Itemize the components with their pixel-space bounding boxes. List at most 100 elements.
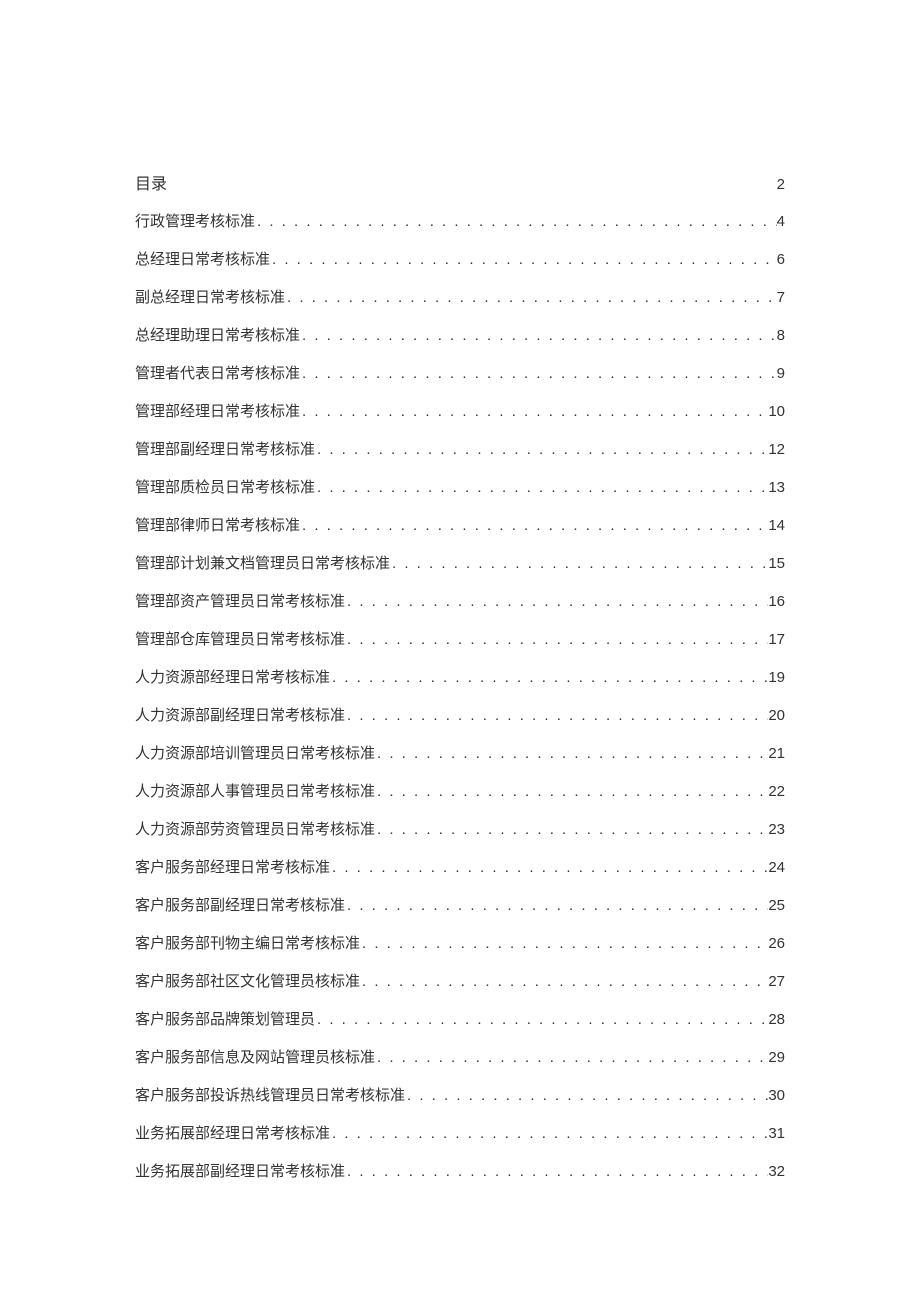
toc-entry-page: 8 xyxy=(777,328,785,343)
toc-entry-title: 客户服务部副经理日常考核标准 xyxy=(135,899,345,914)
toc-entry-title: 人力资源部经理日常考核标准 xyxy=(135,671,330,686)
toc-entry-title: 人力资源部培训管理员日常考核标准 xyxy=(135,747,375,762)
toc-entry-leader-dots: . . . . . . . . . . . . . . . . . . . . … xyxy=(330,860,768,875)
toc-entry: 管理部仓库管理员日常考核标准. . . . . . . . . . . . . … xyxy=(135,632,785,648)
toc-entry: 管理部质检员日常考核标准. . . . . . . . . . . . . . … xyxy=(135,480,785,496)
toc-entry: 客户服务部社区文化管理员核标准. . . . . . . . . . . . .… xyxy=(135,974,785,990)
toc-entry-leader-dots: . . . . . . . . . . . . . . . . . . . . … xyxy=(330,1126,768,1141)
toc-entry-page: 28 xyxy=(768,1012,785,1027)
toc-list: 行政管理考核标准. . . . . . . . . . . . . . . . … xyxy=(135,214,785,1180)
toc-entry-title: 人力资源部人事管理员日常考核标准 xyxy=(135,785,375,800)
toc-entry-title: 客户服务部投诉热线管理员日常考核标准 xyxy=(135,1089,405,1104)
toc-entry-leader-dots: . . . . . . . . . . . . . . . . . . . . … xyxy=(375,746,768,761)
toc-entry-page: 20 xyxy=(768,708,785,723)
toc-entry-leader-dots: . . . . . . . . . . . . . . . . . . . . … xyxy=(315,480,768,495)
toc-entry-leader-dots: . . . . . . . . . . . . . . . . . . . . … xyxy=(360,936,768,951)
toc-entry-leader-dots: . . . . . . . . . . . . . . . . . . . . … xyxy=(300,328,777,343)
toc-entry-page: 4 xyxy=(777,214,785,229)
toc-entry: 客户服务部刊物主编日常考核标准. . . . . . . . . . . . .… xyxy=(135,936,785,952)
toc-entry-title: 管理部律师日常考核标准 xyxy=(135,519,300,534)
toc-entry-leader-dots: . . . . . . . . . . . . . . . . . . . . … xyxy=(330,670,768,685)
toc-entry-leader-dots: . . . . . . . . . . . . . . . . . . . . … xyxy=(375,1050,768,1065)
toc-entry-page: 23 xyxy=(768,822,785,837)
toc-entry-title: 客户服务部社区文化管理员核标准 xyxy=(135,975,360,990)
toc-entry-title: 管理部副经理日常考核标准 xyxy=(135,443,315,458)
toc-entry-page: 7 xyxy=(777,290,785,305)
toc-entry: 人力资源部人事管理员日常考核标准. . . . . . . . . . . . … xyxy=(135,784,785,800)
toc-entry-title: 管理部资产管理员日常考核标准 xyxy=(135,595,345,610)
toc-entry: 管理部经理日常考核标准. . . . . . . . . . . . . . .… xyxy=(135,404,785,420)
toc-header-page: 2 xyxy=(777,176,785,193)
toc-entry-page: 24 xyxy=(768,860,785,875)
toc-entry: 人力资源部培训管理员日常考核标准. . . . . . . . . . . . … xyxy=(135,746,785,762)
toc-entry: 客户服务部品牌策划管理员. . . . . . . . . . . . . . … xyxy=(135,1012,785,1028)
toc-entry-leader-dots: . . . . . . . . . . . . . . . . . . . . … xyxy=(255,214,777,229)
toc-entry: 管理部律师日常考核标准. . . . . . . . . . . . . . .… xyxy=(135,518,785,534)
toc-entry: 管理部资产管理员日常考核标准. . . . . . . . . . . . . … xyxy=(135,594,785,610)
toc-entry-leader-dots: . . . . . . . . . . . . . . . . . . . . … xyxy=(285,290,777,305)
toc-entry-title: 管理部质检员日常考核标准 xyxy=(135,481,315,496)
toc-entry-title: 管理者代表日常考核标准 xyxy=(135,367,300,382)
toc-entry-page: 29 xyxy=(768,1050,785,1065)
toc-entry-page: 16 xyxy=(768,594,785,609)
toc-entry-leader-dots: . . . . . . . . . . . . . . . . . . . . … xyxy=(360,974,768,989)
toc-entry-page: 30 xyxy=(768,1088,785,1103)
toc-entry-page: 10 xyxy=(768,404,785,419)
toc-entry: 管理部副经理日常考核标准. . . . . . . . . . . . . . … xyxy=(135,442,785,458)
toc-entry-leader-dots: . . . . . . . . . . . . . . . . . . . . … xyxy=(300,366,777,381)
toc-entry-title: 管理部计划兼文档管理员日常考核标准 xyxy=(135,557,390,572)
toc-entry: 总经理日常考核标准. . . . . . . . . . . . . . . .… xyxy=(135,252,785,268)
toc-entry-title: 业务拓展部副经理日常考核标准 xyxy=(135,1165,345,1180)
toc-entry-page: 32 xyxy=(768,1164,785,1179)
toc-entry-title: 人力资源部副经理日常考核标准 xyxy=(135,709,345,724)
toc-entry-title: 客户服务部刊物主编日常考核标准 xyxy=(135,937,360,952)
toc-entry: 业务拓展部经理日常考核标准. . . . . . . . . . . . . .… xyxy=(135,1126,785,1142)
toc-entry: 总经理助理日常考核标准. . . . . . . . . . . . . . .… xyxy=(135,328,785,344)
toc-entry-leader-dots: . . . . . . . . . . . . . . . . . . . . … xyxy=(345,594,768,609)
toc-entry-leader-dots: . . . . . . . . . . . . . . . . . . . . … xyxy=(375,822,768,837)
toc-entry-title: 业务拓展部经理日常考核标准 xyxy=(135,1127,330,1142)
toc-entry: 客户服务部信息及网站管理员核标准. . . . . . . . . . . . … xyxy=(135,1050,785,1066)
toc-entry-page: 9 xyxy=(777,366,785,381)
toc-entry-leader-dots: . . . . . . . . . . . . . . . . . . . . … xyxy=(270,252,777,267)
toc-entry-page: 19 xyxy=(768,670,785,685)
toc-entry: 管理者代表日常考核标准. . . . . . . . . . . . . . .… xyxy=(135,366,785,382)
toc-entry-title: 管理部仓库管理员日常考核标准 xyxy=(135,633,345,648)
toc-entry-leader-dots: . . . . . . . . . . . . . . . . . . . . … xyxy=(405,1088,768,1103)
toc-entry-leader-dots: . . . . . . . . . . . . . . . . . . . . … xyxy=(300,404,768,419)
toc-entry-page: 25 xyxy=(768,898,785,913)
toc-entry: 人力资源部劳资管理员日常考核标准. . . . . . . . . . . . … xyxy=(135,822,785,838)
toc-entry: 客户服务部投诉热线管理员日常考核标准. . . . . . . . . . . … xyxy=(135,1088,785,1104)
toc-entry: 客户服务部副经理日常考核标准. . . . . . . . . . . . . … xyxy=(135,898,785,914)
toc-entry-title: 客户服务部品牌策划管理员 xyxy=(135,1013,315,1028)
toc-entry-page: 21 xyxy=(768,746,785,761)
toc-entry-page: 12 xyxy=(768,442,785,457)
toc-entry-leader-dots: . . . . . . . . . . . . . . . . . . . . … xyxy=(315,442,768,457)
toc-entry: 业务拓展部副经理日常考核标准. . . . . . . . . . . . . … xyxy=(135,1164,785,1180)
toc-entry-title: 管理部经理日常考核标准 xyxy=(135,405,300,420)
toc-entry: 人力资源部经理日常考核标准. . . . . . . . . . . . . .… xyxy=(135,670,785,686)
toc-entry-leader-dots: . . . . . . . . . . . . . . . . . . . . … xyxy=(375,784,768,799)
toc-entry-leader-dots: . . . . . . . . . . . . . . . . . . . . … xyxy=(300,518,768,533)
toc-entry-page: 26 xyxy=(768,936,785,951)
toc-entry-leader-dots: . . . . . . . . . . . . . . . . . . . . … xyxy=(390,556,768,571)
toc-entry-page: 17 xyxy=(768,632,785,647)
toc-entry: 行政管理考核标准. . . . . . . . . . . . . . . . … xyxy=(135,214,785,230)
toc-entry-title: 客户服务部经理日常考核标准 xyxy=(135,861,330,876)
toc-entry-page: 22 xyxy=(768,784,785,799)
toc-entry-page: 27 xyxy=(768,974,785,989)
toc-entry-page: 6 xyxy=(777,252,785,267)
toc-entry-page: 14 xyxy=(768,518,785,533)
toc-title: 目录 xyxy=(135,170,167,194)
toc-entry-title: 总经理助理日常考核标准 xyxy=(135,329,300,344)
toc-entry: 副总经理日常考核标准. . . . . . . . . . . . . . . … xyxy=(135,290,785,306)
toc-entry: 人力资源部副经理日常考核标准. . . . . . . . . . . . . … xyxy=(135,708,785,724)
toc-entry-page: 13 xyxy=(768,480,785,495)
toc-entry-leader-dots: . . . . . . . . . . . . . . . . . . . . … xyxy=(315,1012,768,1027)
toc-entry-title: 客户服务部信息及网站管理员核标准 xyxy=(135,1051,375,1066)
toc-entry-page: 31 xyxy=(768,1126,785,1141)
toc-entry-leader-dots: . . . . . . . . . . . . . . . . . . . . … xyxy=(345,1164,768,1179)
toc-entry: 客户服务部经理日常考核标准. . . . . . . . . . . . . .… xyxy=(135,860,785,876)
toc-entry-title: 副总经理日常考核标准 xyxy=(135,291,285,306)
toc-entry-title: 行政管理考核标准 xyxy=(135,215,255,230)
